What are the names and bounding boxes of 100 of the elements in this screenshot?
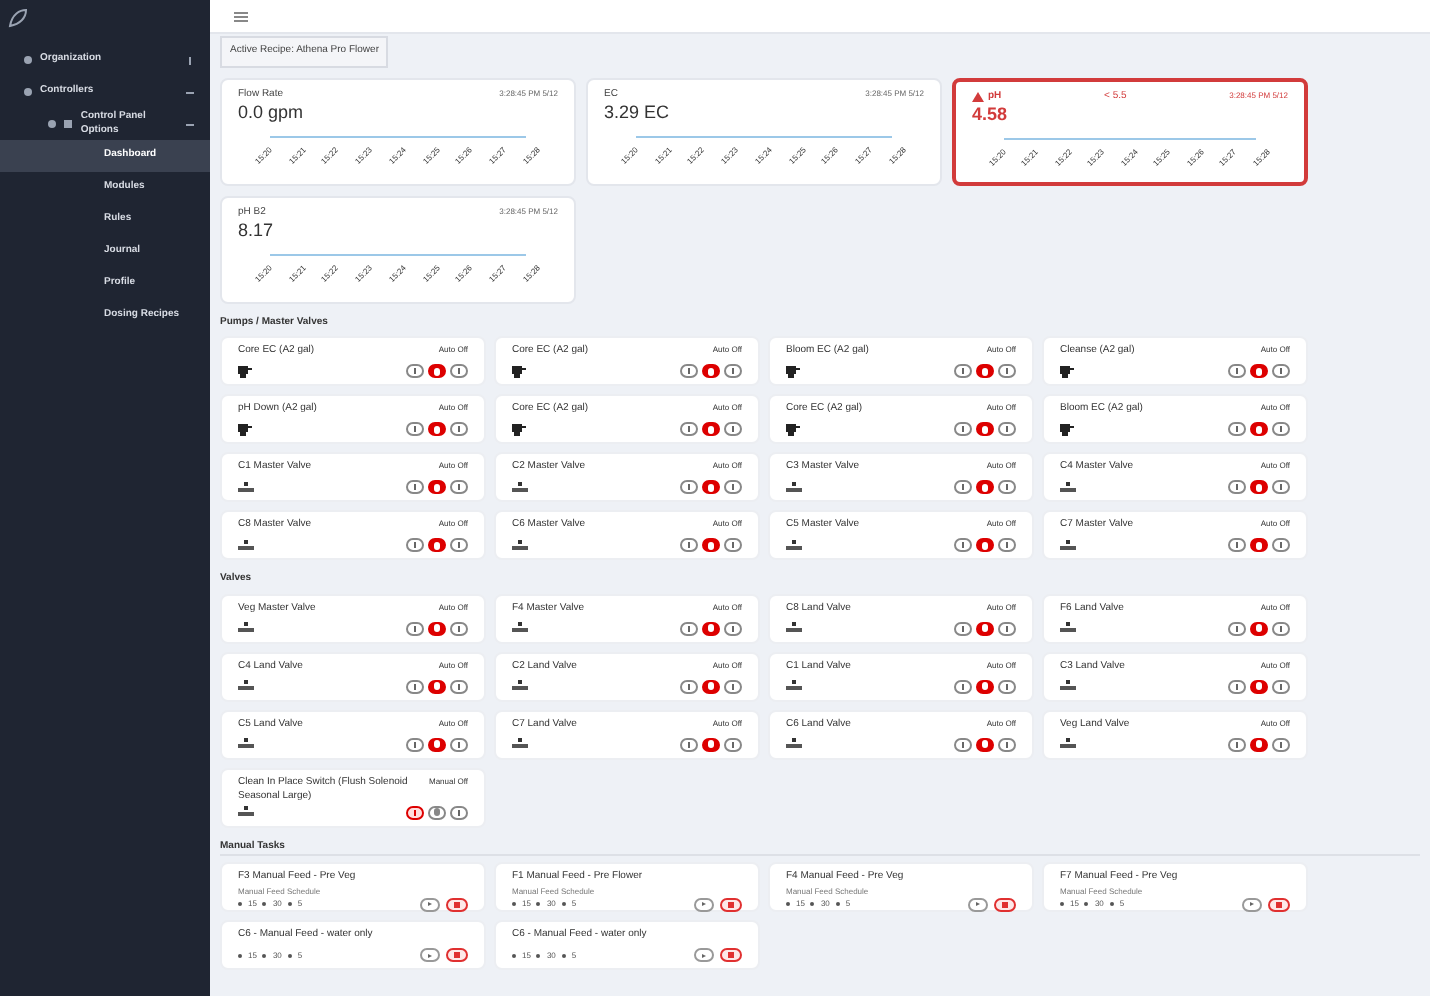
on-button[interactable] [1272, 364, 1290, 378]
hand-button[interactable] [976, 737, 994, 751]
on-button[interactable] [1272, 480, 1290, 494]
on-button[interactable] [1272, 679, 1290, 693]
hand-button[interactable] [428, 538, 446, 552]
hand-button[interactable] [976, 364, 994, 378]
hand-button[interactable] [1250, 422, 1268, 436]
off-button[interactable] [954, 679, 972, 693]
off-button[interactable] [1228, 737, 1246, 751]
hand-button[interactable] [428, 364, 446, 378]
hand-button[interactable] [702, 737, 720, 751]
stop-button[interactable] [1268, 897, 1290, 911]
off-button[interactable] [680, 679, 698, 693]
on-button[interactable] [724, 422, 742, 436]
off-button[interactable] [406, 621, 424, 635]
on-button[interactable] [724, 737, 742, 751]
hand-button[interactable] [702, 364, 720, 378]
off-button[interactable] [954, 737, 972, 751]
play-button[interactable] [420, 948, 440, 962]
on-button[interactable] [450, 679, 468, 693]
off-button[interactable] [406, 364, 424, 378]
hand-button[interactable] [1250, 364, 1268, 378]
on-button[interactable] [450, 621, 468, 635]
on-button[interactable] [998, 422, 1016, 436]
hand-button[interactable] [976, 621, 994, 635]
off-button[interactable] [1228, 679, 1246, 693]
on-button[interactable] [998, 538, 1016, 552]
off-button[interactable] [954, 621, 972, 635]
off-button[interactable] [1228, 364, 1246, 378]
off-button[interactable] [406, 422, 424, 436]
on-button[interactable] [724, 621, 742, 635]
on-button[interactable] [998, 737, 1016, 751]
hand-button[interactable] [1250, 480, 1268, 494]
hand-button[interactable] [1250, 737, 1268, 751]
stop-button[interactable] [446, 897, 468, 911]
play-button[interactable] [968, 897, 988, 911]
hand-button[interactable] [428, 480, 446, 494]
hand-button[interactable] [702, 538, 720, 552]
off-button[interactable] [680, 480, 698, 494]
on-button[interactable] [1272, 621, 1290, 635]
play-button[interactable] [420, 897, 440, 911]
off-button[interactable] [680, 422, 698, 436]
off-button[interactable] [954, 364, 972, 378]
on-button[interactable] [998, 621, 1016, 635]
menu-icon[interactable] [234, 11, 248, 21]
off-button[interactable] [406, 538, 424, 552]
off-button[interactable] [406, 679, 424, 693]
on-button[interactable] [998, 364, 1016, 378]
on-button[interactable] [1272, 538, 1290, 552]
hand-button[interactable] [428, 422, 446, 436]
on-button[interactable] [450, 364, 468, 378]
hand-button[interactable] [428, 805, 446, 819]
off-button[interactable] [954, 480, 972, 494]
hand-button[interactable] [428, 621, 446, 635]
hand-button[interactable] [976, 679, 994, 693]
off-button[interactable] [1228, 422, 1246, 436]
stop-button[interactable] [720, 948, 742, 962]
stop-button[interactable] [994, 897, 1016, 911]
off-button[interactable] [1228, 538, 1246, 552]
off-button[interactable] [954, 538, 972, 552]
on-button[interactable] [450, 480, 468, 494]
on-button[interactable] [450, 737, 468, 751]
on-button[interactable] [998, 679, 1016, 693]
on-button[interactable] [450, 422, 468, 436]
on-button[interactable] [450, 805, 468, 819]
hand-button[interactable] [1250, 679, 1268, 693]
play-button[interactable] [694, 948, 714, 962]
stop-button[interactable] [446, 948, 468, 962]
on-button[interactable] [450, 538, 468, 552]
hand-button[interactable] [702, 679, 720, 693]
on-button[interactable] [1272, 737, 1290, 751]
on-button[interactable] [998, 480, 1016, 494]
on-button[interactable] [724, 679, 742, 693]
hand-button[interactable] [1250, 538, 1268, 552]
hand-button[interactable] [702, 422, 720, 436]
off-button[interactable] [406, 805, 424, 819]
on-button[interactable] [724, 538, 742, 552]
off-button[interactable] [680, 538, 698, 552]
hand-button[interactable] [976, 538, 994, 552]
stop-button[interactable] [720, 897, 742, 911]
off-button[interactable] [680, 737, 698, 751]
on-button[interactable] [724, 364, 742, 378]
on-button[interactable] [724, 480, 742, 494]
hand-button[interactable] [702, 621, 720, 635]
off-button[interactable] [406, 480, 424, 494]
hand-button[interactable] [702, 480, 720, 494]
hand-button[interactable] [428, 737, 446, 751]
off-button[interactable] [680, 621, 698, 635]
off-button[interactable] [680, 364, 698, 378]
hand-button[interactable] [976, 480, 994, 494]
hand-button[interactable] [428, 679, 446, 693]
off-button[interactable] [954, 422, 972, 436]
on-button[interactable] [1272, 422, 1290, 436]
play-button[interactable] [694, 897, 714, 911]
hand-button[interactable] [976, 422, 994, 436]
off-button[interactable] [1228, 480, 1246, 494]
off-button[interactable] [406, 737, 424, 751]
hand-button[interactable] [1250, 621, 1268, 635]
play-button[interactable] [1242, 897, 1262, 911]
off-button[interactable] [1228, 621, 1246, 635]
